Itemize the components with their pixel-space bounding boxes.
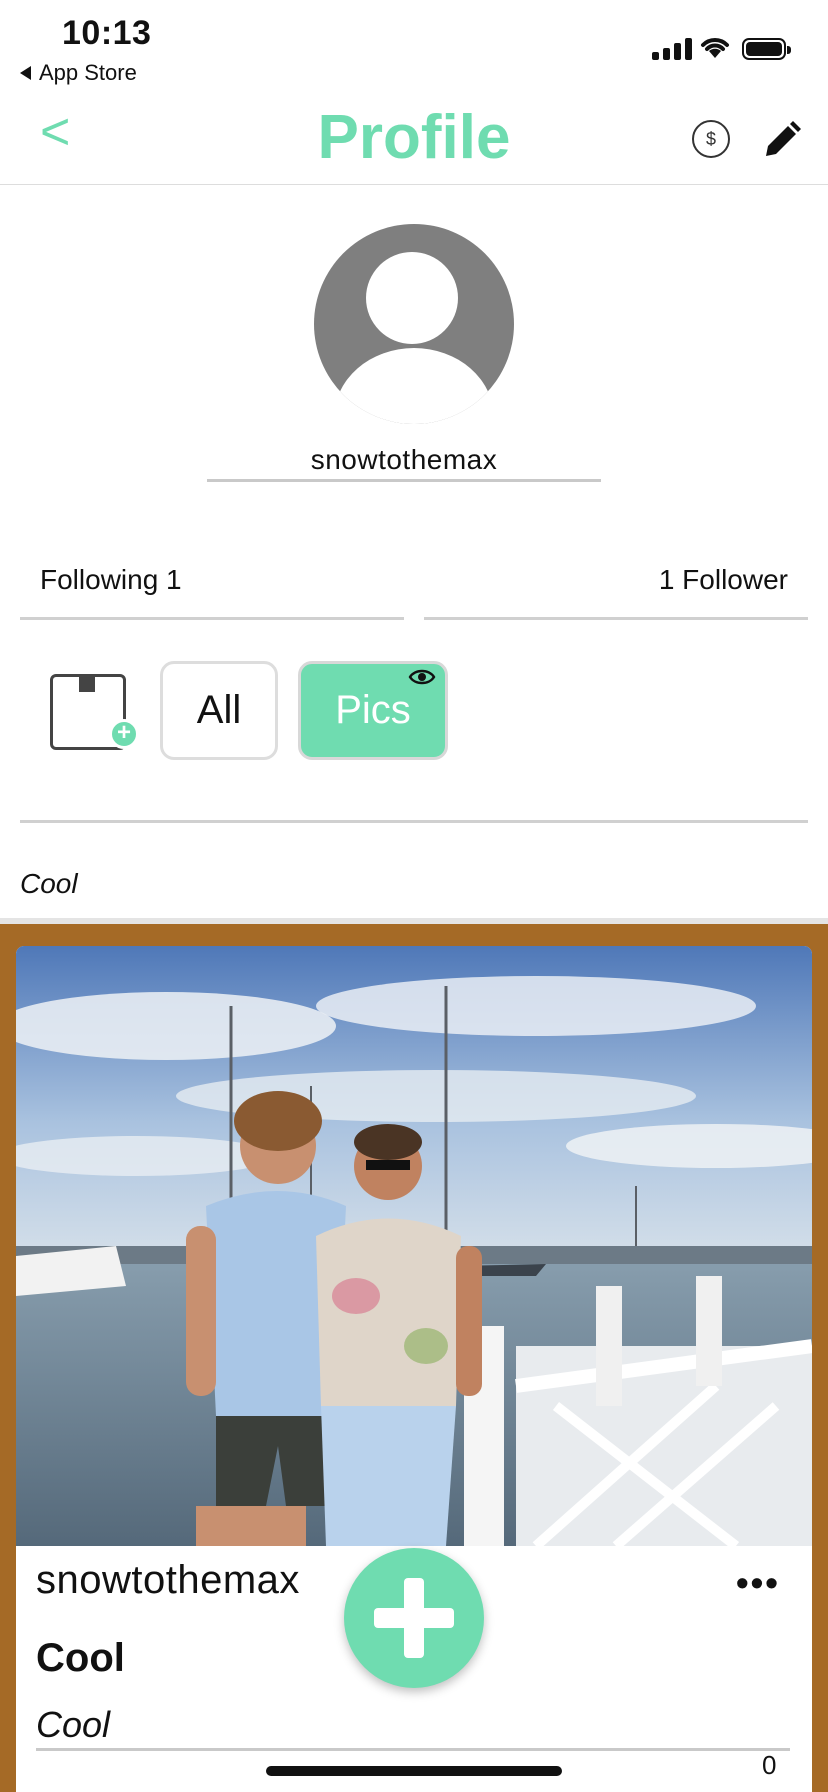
create-post-button[interactable] — [344, 1548, 484, 1688]
following-link[interactable]: Following 1 — [40, 564, 182, 596]
post-more-button[interactable]: ••• — [736, 1562, 780, 1604]
coin-button[interactable]: $ — [692, 120, 730, 158]
status-time: 10:13 — [62, 14, 152, 52]
battery-icon — [742, 38, 791, 60]
post-photo[interactable] — [16, 946, 812, 1546]
eye-icon[interactable] — [408, 667, 436, 692]
following-underline — [20, 617, 404, 620]
home-indicator[interactable] — [266, 1766, 562, 1776]
post-caption: Cool — [36, 1704, 111, 1745]
username-underline — [207, 479, 601, 482]
profile-username: snowtothemax — [310, 444, 498, 475]
post-username[interactable]: snowtothemax — [36, 1558, 300, 1603]
filters-divider — [20, 820, 808, 823]
wifi-icon — [698, 34, 732, 65]
back-app-label: App Store — [39, 60, 137, 85]
back-triangle-icon — [20, 66, 31, 80]
avatar[interactable] — [314, 224, 514, 424]
add-album-button[interactable]: + — [50, 674, 139, 750]
header-divider — [0, 184, 828, 185]
filter-all-chip[interactable]: All — [160, 661, 278, 760]
post-comment-count: 0 — [762, 1750, 777, 1780]
plus-icon: + — [109, 719, 139, 749]
followers-underline — [424, 617, 808, 620]
cellular-signal-icon — [652, 38, 692, 60]
post-title: Cool — [36, 1636, 125, 1680]
post-divider — [36, 1748, 790, 1751]
followers-link[interactable]: 1 Follower — [424, 564, 788, 596]
edit-pencil-icon[interactable] — [760, 118, 804, 167]
back-to-app-link[interactable]: App Store — [20, 60, 137, 86]
profile-bio: Cool — [20, 868, 78, 899]
